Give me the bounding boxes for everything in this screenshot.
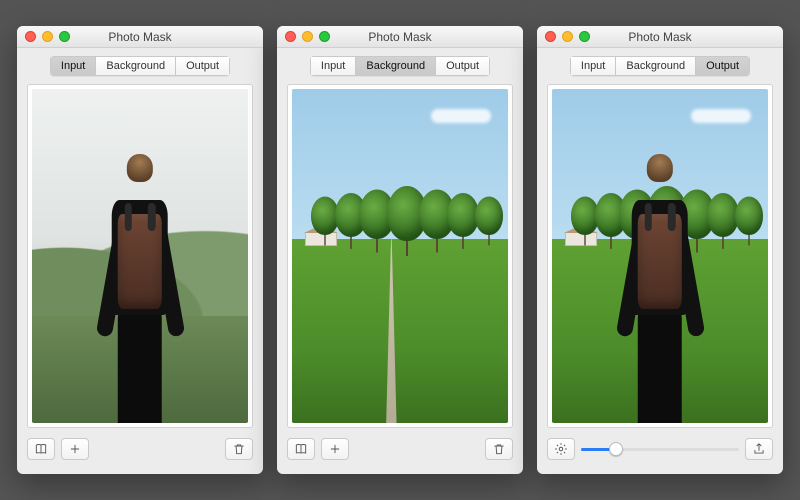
library-button[interactable] [27, 438, 55, 460]
delete-button[interactable] [485, 438, 513, 460]
traffic-lights [277, 31, 330, 42]
tab-bar: Input Background Output [17, 48, 263, 84]
tab-input[interactable]: Input [310, 56, 355, 76]
trash-icon [492, 442, 506, 456]
library-button[interactable] [287, 438, 315, 460]
minimize-icon[interactable] [42, 31, 53, 42]
book-icon [294, 442, 308, 456]
tab-output[interactable]: Output [695, 56, 750, 76]
tab-input[interactable]: Input [570, 56, 615, 76]
toolbar [547, 434, 773, 464]
zoom-icon[interactable] [59, 31, 70, 42]
slider-knob[interactable] [609, 442, 623, 456]
close-icon[interactable] [545, 31, 556, 42]
plus-icon [68, 442, 82, 456]
canvas-frame [547, 84, 773, 428]
gear-icon [554, 442, 568, 456]
titlebar[interactable]: Photo Mask [277, 26, 523, 48]
tab-background[interactable]: Background [95, 56, 175, 76]
share-icon [752, 442, 766, 456]
toolbar [27, 434, 253, 464]
output-image[interactable] [552, 89, 768, 423]
minimize-icon[interactable] [302, 31, 313, 42]
close-icon[interactable] [285, 31, 296, 42]
canvas-frame [287, 84, 513, 428]
tab-background[interactable]: Background [615, 56, 695, 76]
delete-button[interactable] [225, 438, 253, 460]
add-button[interactable] [321, 438, 349, 460]
background-image[interactable] [292, 89, 508, 423]
zoom-icon[interactable] [579, 31, 590, 42]
titlebar[interactable]: Photo Mask [537, 26, 783, 48]
tab-input[interactable]: Input [50, 56, 95, 76]
share-button[interactable] [745, 438, 773, 460]
tab-output[interactable]: Output [435, 56, 490, 76]
traffic-lights [17, 31, 70, 42]
traffic-lights [537, 31, 590, 42]
close-icon[interactable] [25, 31, 36, 42]
zoom-icon[interactable] [319, 31, 330, 42]
add-button[interactable] [61, 438, 89, 460]
window-input: Photo Mask Input Background Output [17, 26, 263, 474]
tab-bar: Input Background Output [537, 48, 783, 84]
canvas-frame [27, 84, 253, 428]
book-icon [34, 442, 48, 456]
titlebar[interactable]: Photo Mask [17, 26, 263, 48]
plus-icon [328, 442, 342, 456]
toolbar [287, 434, 513, 464]
tab-bar: Input Background Output [277, 48, 523, 84]
window-output: Photo Mask Input Background Output [537, 26, 783, 474]
trash-icon [232, 442, 246, 456]
minimize-icon[interactable] [562, 31, 573, 42]
tab-background[interactable]: Background [355, 56, 435, 76]
input-image[interactable] [32, 89, 248, 423]
settings-button[interactable] [547, 438, 575, 460]
tab-output[interactable]: Output [175, 56, 230, 76]
window-background: Photo Mask Input Background Output [277, 26, 523, 474]
output-slider[interactable] [581, 438, 739, 460]
